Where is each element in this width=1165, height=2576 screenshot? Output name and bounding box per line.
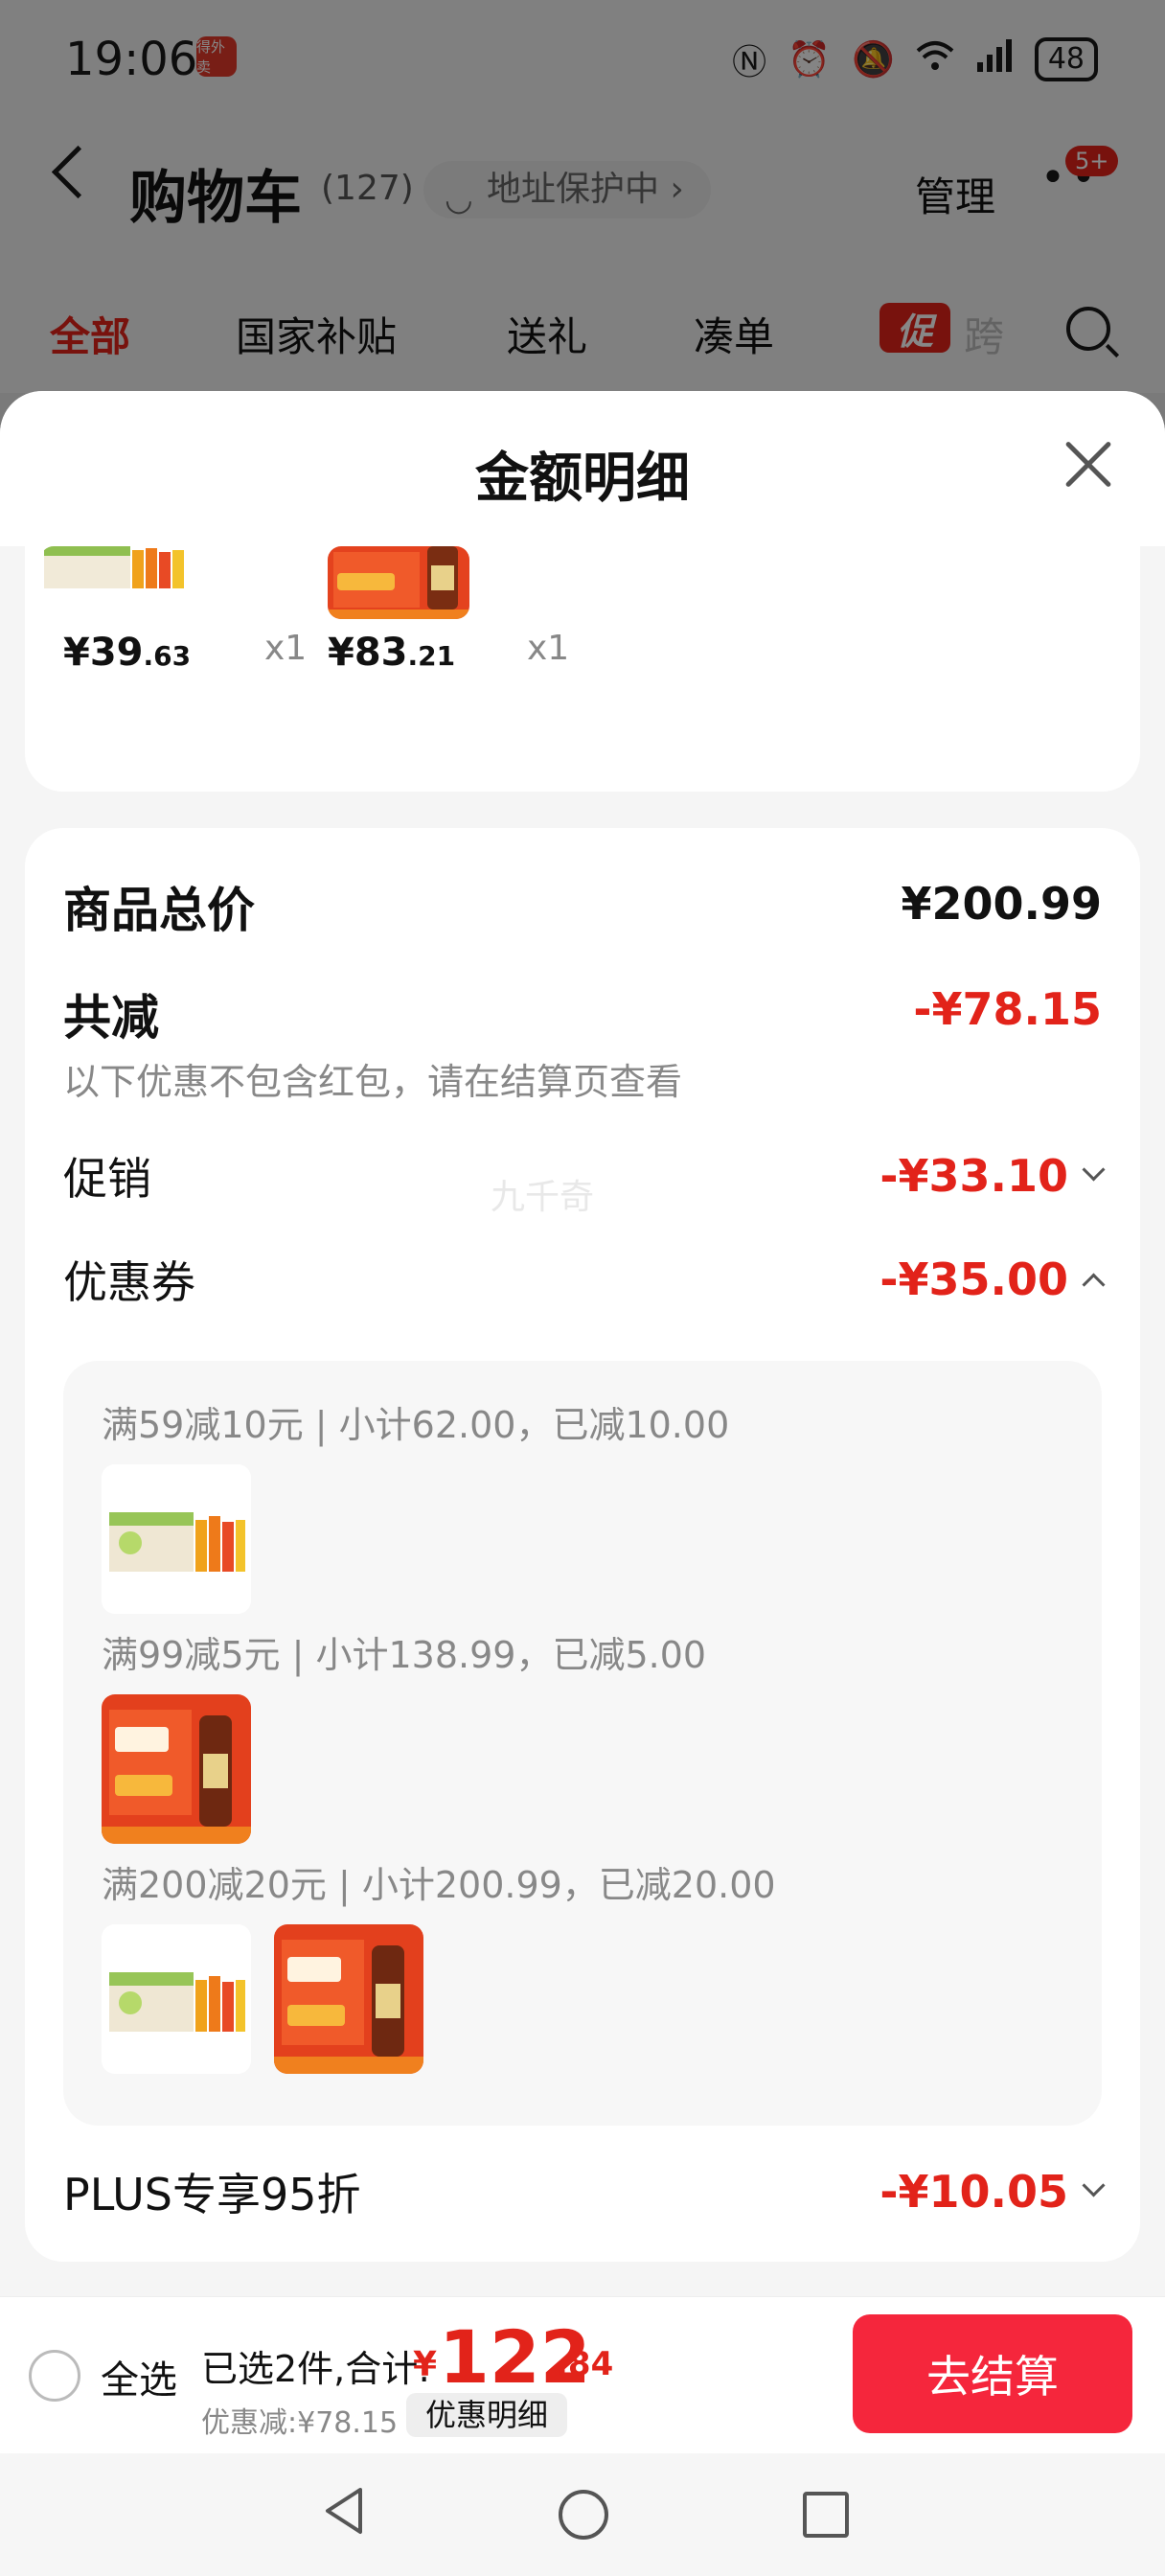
sum-decimal: .84 (556, 2345, 614, 2383)
coupon-rule: 满200减20元 | 小计200.99，已减20.00 (102, 1864, 776, 1906)
close-icon[interactable] (1062, 439, 1113, 491)
item-price: ¥39.63 (63, 631, 192, 675)
chevron-down-icon (1082, 1158, 1106, 1182)
reduction-value: -¥78.15 (913, 983, 1102, 1035)
item-qty: x1 (527, 629, 570, 668)
item-qty: x1 (264, 629, 308, 668)
plus-discount-value: -¥10.05 (879, 2166, 1068, 2218)
plus-discount-label[interactable]: PLUS专享95折 (63, 2160, 360, 2223)
coupon-product-thumb[interactable] (102, 1924, 251, 2074)
plus-discount-row[interactable]: -¥10.05 (879, 2166, 1106, 2218)
amount-detail-sheet: 金额明细 ¥39.63 x1 ¥83.21 x1 商品总价 ¥200.99 共减… (0, 391, 1165, 2308)
coupon-value: -¥35.00 (879, 1254, 1068, 1305)
coupon-product-thumb[interactable] (274, 1924, 423, 2074)
items-card: ¥39.63 x1 ¥83.21 x1 (25, 546, 1140, 792)
coupon-rule: 满59减10元 | 小计62.00，已减10.00 (102, 1404, 730, 1446)
nav-recents-icon[interactable] (803, 2492, 849, 2538)
system-nav-bar (0, 2453, 1165, 2576)
select-all-label[interactable]: 全选 (101, 2349, 177, 2404)
reduction-note: 以下优惠不包含红包，请在结算页查看 (63, 1061, 683, 1103)
total-value: ¥200.99 (901, 878, 1102, 930)
watermark: 九千奇 (491, 1178, 595, 1217)
nav-back-icon[interactable] (316, 2482, 374, 2540)
coupon-rule: 满99减5元 | 小计138.99，已减5.00 (102, 1634, 707, 1676)
product-image-juice[interactable] (40, 546, 190, 604)
promotion-row[interactable]: -¥33.10 (879, 1150, 1106, 1202)
sheet-header: 金额明细 (0, 391, 1165, 546)
total-label: 商品总价 (63, 883, 255, 938)
checkout-bar: 全选 已选2件,合计: ¥ 122 .84 优惠减:¥78.15 优惠明细 去结… (0, 2296, 1165, 2454)
coupon-row[interactable]: -¥35.00 (879, 1254, 1106, 1305)
chevron-down-icon (1082, 2174, 1106, 2197)
promotion-value: -¥33.10 (879, 1150, 1068, 1202)
chevron-up-icon (1082, 1273, 1106, 1297)
discount-detail-button[interactable]: 优惠明细 (406, 2393, 568, 2437)
selected-sum-label: 已选2件,合计: (201, 2348, 431, 2390)
checkout-button[interactable]: 去结算 (853, 2314, 1132, 2433)
item-price: ¥83.21 (328, 631, 456, 675)
select-all-radio[interactable] (29, 2350, 80, 2402)
sheet-title: 金额明细 (475, 448, 690, 510)
nav-home-icon[interactable] (559, 2490, 608, 2540)
price-breakdown-card: 商品总价 ¥200.99 共减 -¥78.15 以下优惠不包含红包，请在结算页查… (25, 828, 1140, 2262)
discount-text: 优惠减:¥78.15 (201, 2406, 399, 2440)
coupon-details: 满59减10元 | 小计62.00，已减10.00 满99减5元 | 小计138… (63, 1361, 1102, 2126)
sum-currency: ¥ (413, 2345, 438, 2384)
coupon-product-thumb[interactable] (102, 1694, 251, 1844)
product-image-beer[interactable] (328, 546, 469, 619)
reduction-label: 共减 (63, 990, 159, 1046)
promotion-label[interactable]: 促销 (63, 1144, 151, 1208)
coupon-label[interactable]: 优惠券 (63, 1248, 195, 1311)
coupon-product-thumb[interactable] (102, 1464, 251, 1614)
dim-overlay[interactable] (0, 0, 1165, 393)
